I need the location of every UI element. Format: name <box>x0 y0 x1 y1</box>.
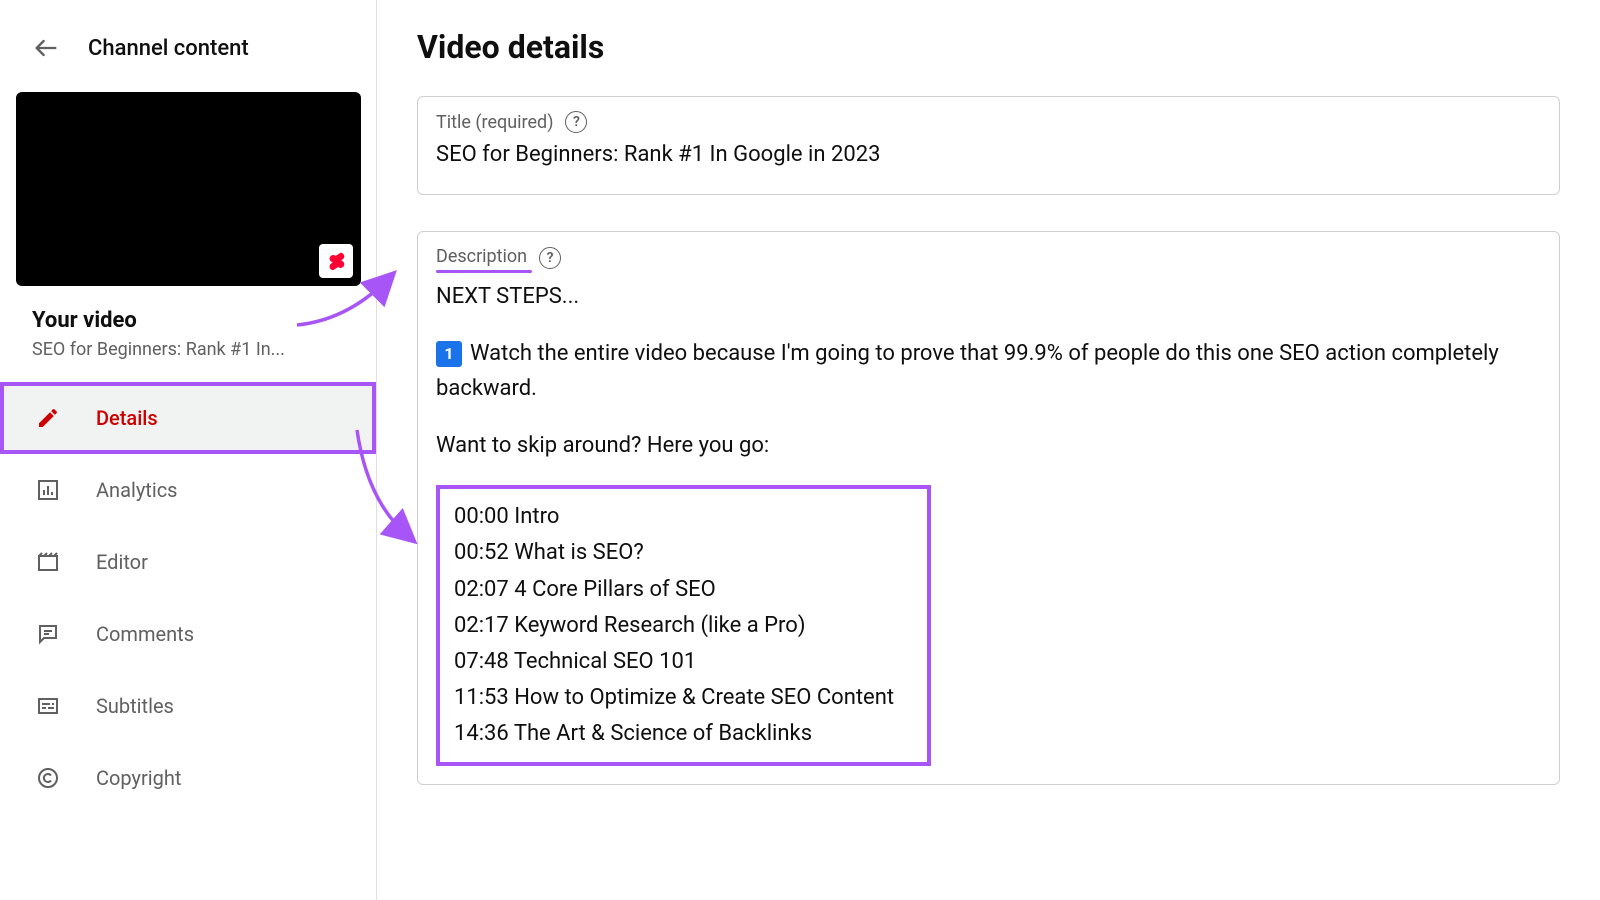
annotation-underline <box>436 270 532 273</box>
your-video-label: Your video <box>32 308 360 333</box>
chapter-line: 00:52 What is SEO? <box>454 535 913 571</box>
pencil-icon <box>32 406 64 430</box>
sidebar-item-editor[interactable]: Editor <box>0 526 376 598</box>
page-title: Video details <box>417 28 1560 66</box>
sidebar-header: Channel content <box>0 22 376 74</box>
chapter-line: 02:17 Keyword Research (like a Pro) <box>454 608 913 644</box>
sidebar-item-comments[interactable]: Comments <box>0 598 376 670</box>
help-icon[interactable]: ? <box>565 111 587 133</box>
description-field-card[interactable]: Description ? NEXT STEPS... 1Watch the e… <box>417 231 1560 785</box>
sidebar-title: Channel content <box>88 36 249 61</box>
title-field-label: Title (required) <box>436 112 553 133</box>
back-arrow-icon[interactable] <box>32 34 60 62</box>
sidebar-item-copyright[interactable]: Copyright <box>0 742 376 814</box>
video-thumbnail-wrap <box>0 74 376 286</box>
chapter-line: 00:00 Intro <box>454 499 913 535</box>
chapter-line: 07:48 Technical SEO 101 <box>454 644 913 680</box>
title-field-card[interactable]: Title (required) ? SEO for Beginners: Ra… <box>417 96 1560 195</box>
sidebar-item-label: Copyright <box>96 766 181 790</box>
sidebar-item-details[interactable]: Details <box>0 382 376 454</box>
sidebar-item-subtitles[interactable]: Subtitles <box>0 670 376 742</box>
subtitles-icon <box>32 694 64 718</box>
description-line-skip: Want to skip around? Here you go: <box>436 428 1541 463</box>
your-video-title: SEO for Beginners: Rank #1 In... <box>32 339 360 360</box>
chart-icon <box>32 478 64 502</box>
chapters-highlight-box: 00:00 Intro 00:52 What is SEO? 02:07 4 C… <box>436 485 931 766</box>
sidebar-nav: Details Analytics Editor Comments <box>0 382 376 814</box>
sidebar-item-label: Subtitles <box>96 694 174 718</box>
comment-icon <box>32 622 64 646</box>
chapter-line: 02:07 4 Core Pillars of SEO <box>454 572 913 608</box>
sidebar: Channel content Your video SEO for Begin… <box>0 0 377 900</box>
sidebar-item-label: Comments <box>96 622 194 646</box>
description-field-label: Description <box>436 246 527 271</box>
description-field-label-row: Description ? <box>436 246 1541 271</box>
sidebar-item-label: Editor <box>96 550 148 574</box>
chapter-line: 11:53 How to Optimize & Create SEO Conte… <box>454 680 913 716</box>
video-thumbnail[interactable] <box>16 92 361 286</box>
your-video-block: Your video SEO for Beginners: Rank #1 In… <box>0 286 376 368</box>
description-field-body[interactable]: NEXT STEPS... 1Watch the entire video be… <box>436 279 1541 766</box>
sidebar-item-label: Analytics <box>96 478 178 502</box>
title-field-value[interactable]: SEO for Beginners: Rank #1 In Google in … <box>436 141 1541 170</box>
description-line-watch: 1Watch the entire video because I'm goin… <box>436 336 1541 406</box>
keycap-1-icon: 1 <box>436 341 462 367</box>
description-line-nextsteps: NEXT STEPS... <box>436 279 1541 314</box>
main-content: Video details Title (required) ? SEO for… <box>377 0 1600 900</box>
film-icon <box>32 550 64 574</box>
sidebar-item-label: Details <box>96 406 158 430</box>
chapter-line: 14:36 The Art & Science of Backlinks <box>454 716 913 752</box>
help-icon[interactable]: ? <box>539 247 561 269</box>
sidebar-item-analytics[interactable]: Analytics <box>0 454 376 526</box>
shorts-badge-icon <box>319 244 353 278</box>
copyright-icon <box>32 766 64 790</box>
title-field-label-row: Title (required) ? <box>436 111 1541 133</box>
